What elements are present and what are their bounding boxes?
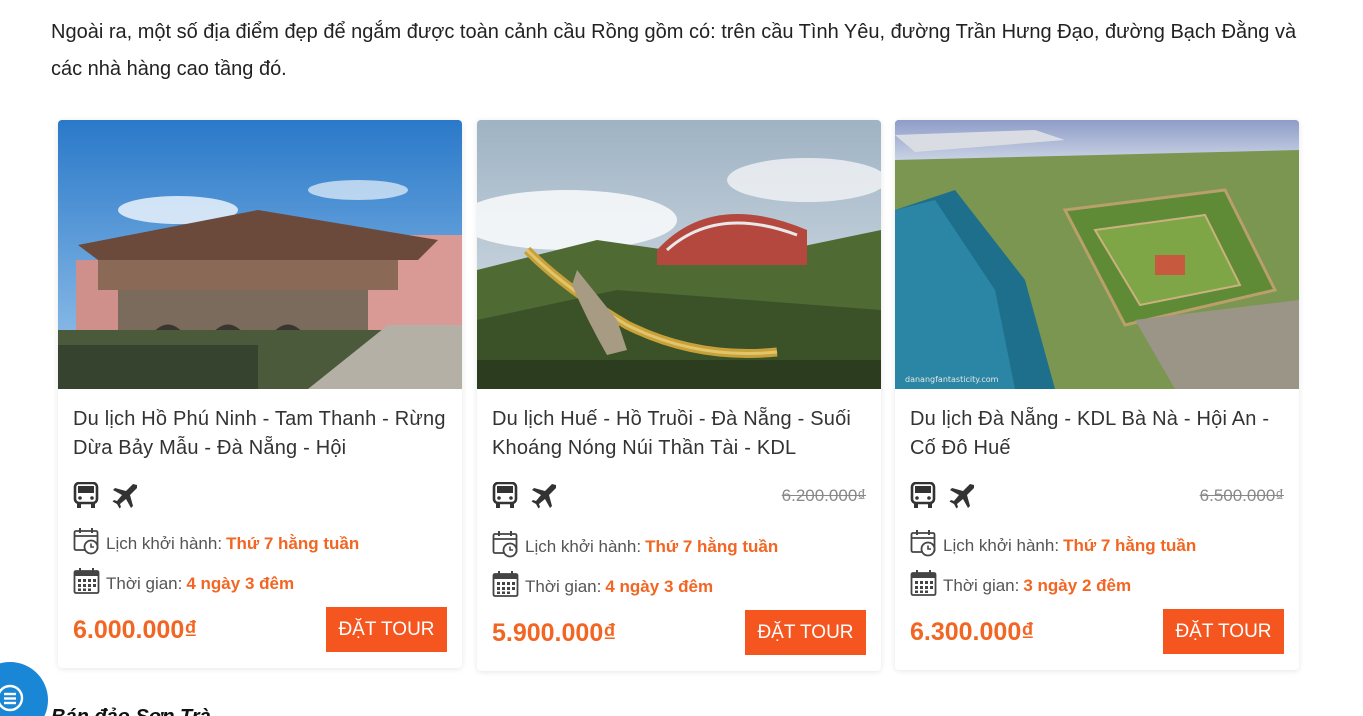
departure-row: Lịch khởi hành: Thứ 7 hằng tuần (910, 529, 1196, 562)
bus-icon (910, 482, 936, 510)
tour-price: 6.300.000₫ (910, 618, 1035, 646)
duration-label: Thời gian: (943, 575, 1020, 595)
departure-value: Thứ 7 hằng tuần (1063, 535, 1197, 555)
duration-label: Thời gian: (525, 576, 602, 596)
duration-label: Thời gian: (106, 573, 183, 593)
departure-label: Lịch khởi hành: (943, 535, 1060, 555)
transport-icons (910, 482, 976, 510)
plane-icon (948, 482, 976, 510)
departure-label: Lịch khởi hành: (525, 536, 642, 556)
article-paragraph: Ngoài ra, một số địa điểm đẹp để ngắm đư… (51, 21, 1297, 80)
duration-value: 4 ngày 3 đêm (605, 576, 714, 596)
departure-row: Lịch khởi hành: Thứ 7 hằng tuần (73, 527, 359, 560)
tour-card: Du lịch Hồ Phú Ninh - Tam Thanh - Rừng D… (58, 120, 462, 668)
book-tour-button[interactable]: ĐẶT TOUR (326, 607, 447, 652)
duration-value: 3 ngày 2 đêm (1023, 575, 1132, 595)
old-price: 6.500.000₫ (1199, 486, 1284, 505)
bus-icon (492, 482, 518, 510)
duration-row: Thời gian: 4 ngày 3 đêm (73, 567, 294, 600)
calendar-clock-icon (73, 527, 101, 560)
image-watermark: danangfantasticity.com (905, 375, 999, 384)
tour-title[interactable]: Du lịch Hồ Phú Ninh - Tam Thanh - Rừng D… (73, 405, 453, 465)
calendar-icon (492, 570, 520, 603)
calendar-icon (910, 569, 938, 602)
duration-row: Thời gian: 4 ngày 3 đêm (492, 570, 713, 603)
departure-value: Thứ 7 hằng tuần (645, 536, 779, 556)
tour-card: Du lịch Huế - Hồ Truồi - Đà Nẵng - Suối … (477, 120, 881, 671)
duration-value: 4 ngày 3 đêm (186, 573, 295, 593)
book-tour-button[interactable]: ĐẶT TOUR (745, 610, 866, 655)
calendar-clock-icon (492, 530, 520, 563)
bus-icon (73, 482, 99, 510)
transport-icons (73, 482, 139, 510)
plane-icon (111, 482, 139, 510)
tour-price: 6.000.000₫ (73, 616, 198, 644)
tour-title[interactable]: Du lịch Huế - Hồ Truồi - Đà Nẵng - Suối … (492, 405, 872, 465)
calendar-icon (73, 567, 101, 600)
menu-icon (0, 683, 25, 716)
departure-row: Lịch khởi hành: Thứ 7 hằng tuần (492, 530, 778, 563)
floating-menu-button[interactable] (0, 662, 48, 716)
plane-icon (530, 482, 558, 510)
tour-image-hue-citadel[interactable]: danangfantasticity.com (895, 120, 1299, 389)
departure-value: Thứ 7 hằng tuần (226, 533, 360, 553)
duration-row: Thời gian: 3 ngày 2 đêm (910, 569, 1131, 602)
transport-icons (492, 482, 558, 510)
tour-price: 5.900.000₫ (492, 619, 617, 647)
departure-label: Lịch khởi hành: (106, 533, 223, 553)
section-heading: Bán đảo Sơn Trà (51, 706, 211, 716)
calendar-clock-icon (910, 529, 938, 562)
tour-card: danangfantasticity.com Du lịch Đà Nẵng -… (895, 120, 1299, 670)
old-price: 6.200.000₫ (781, 486, 866, 505)
tour-title[interactable]: Du lịch Đà Nẵng - KDL Bà Nà - Hội An - C… (910, 405, 1290, 465)
book-tour-button[interactable]: ĐẶT TOUR (1163, 609, 1284, 654)
tour-image-hoi-an-bridge[interactable] (58, 120, 462, 389)
tour-image-golden-bridge[interactable] (477, 120, 881, 389)
